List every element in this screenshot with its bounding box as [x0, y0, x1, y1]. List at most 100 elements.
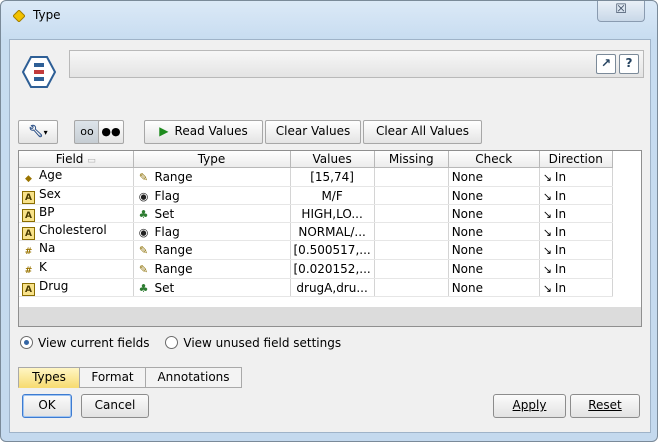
cancel-button[interactable]: Cancel [81, 394, 149, 418]
type-cell[interactable]: ◉ Flag [133, 222, 291, 241]
type-cell[interactable]: ◉ Flag [133, 186, 291, 205]
goto-node-button[interactable]: ↗ [596, 54, 616, 74]
type-cell[interactable]: ♣ Set [133, 204, 291, 223]
column-header-values[interactable]: Values [290, 151, 375, 168]
sort-icon: ▭ [87, 156, 96, 166]
flag-icon: ◉ [138, 225, 149, 239]
direction-in-icon: ↘ [542, 244, 552, 257]
values-cell[interactable]: HIGH,LO... [290, 204, 375, 223]
missing-cell[interactable] [374, 240, 449, 260]
field-name: Na [39, 241, 56, 255]
column-header-check[interactable]: Check [448, 151, 540, 168]
reset-button[interactable]: Reset [570, 394, 640, 418]
table-row[interactable]: A Sex ◉ Flag M/F None ↘ In [19, 186, 613, 205]
type-name: Range [154, 243, 193, 257]
direction-cell[interactable]: ↘ In [539, 259, 613, 279]
clear-values-button[interactable]: Clear Values [265, 120, 361, 144]
string-field-icon: A [22, 191, 35, 204]
ok-button[interactable]: OK [22, 394, 72, 418]
column-header-direction[interactable]: Direction [539, 151, 613, 168]
check-cell[interactable]: None [448, 204, 540, 223]
wrench-icon: 🔧︎ [28, 124, 44, 138]
direction-cell[interactable]: ↘ In [539, 278, 613, 297]
table-row[interactable]: A Drug ♣ Set drugA,dru... None ↘ In [19, 278, 613, 297]
table-header-row: Field ▭ Type Values Missing Check Direct… [19, 151, 613, 168]
read-values-button[interactable]: ▶ Read Values [144, 120, 263, 144]
table-row[interactable]: ◆ Age ✎ Range [15,74] None ↘ In [19, 167, 613, 187]
show-unused-toggle[interactable]: ●● [98, 120, 124, 144]
ruler-icon: ✎ [138, 244, 149, 257]
field-cell[interactable]: A Sex [19, 186, 134, 205]
direction-cell[interactable]: ↘ In [539, 167, 613, 187]
ruler-icon: ✎ [138, 263, 149, 276]
real-field-icon: # [24, 247, 33, 257]
field-name: Cholesterol [39, 223, 107, 237]
title-bar[interactable]: Type ☒ [1, 1, 657, 31]
ruler-icon: ✎ [138, 171, 149, 184]
type-name: Range [154, 262, 193, 276]
direction-value: In [554, 262, 567, 276]
column-header-field[interactable]: Field ▭ [19, 151, 134, 168]
direction-cell[interactable]: ↘ In [539, 186, 613, 205]
direction-in-icon: ↘ [542, 171, 552, 184]
table-empty-area [19, 307, 641, 326]
field-cell[interactable]: # K [19, 259, 134, 279]
column-header-missing[interactable]: Missing [374, 151, 449, 168]
table-row[interactable]: # K ✎ Range [0.020152,... None ↘ In [19, 259, 613, 279]
table-row[interactable]: # Na ✎ Range [0.500517,... None ↘ In [19, 240, 613, 260]
apply-button[interactable]: Apply [493, 394, 566, 418]
field-cell[interactable]: A BP [19, 204, 134, 223]
values-cell[interactable]: [0.020152,... [290, 259, 375, 279]
check-cell[interactable]: None [448, 240, 540, 260]
field-cell[interactable]: A Drug [19, 278, 134, 297]
field-cell[interactable]: ◆ Age [19, 167, 134, 187]
check-cell[interactable]: None [448, 259, 540, 279]
field-cell[interactable]: # Na [19, 240, 134, 260]
direction-in-icon: ↘ [542, 263, 552, 276]
window-title: Type [33, 8, 61, 22]
field-cell[interactable]: A Cholesterol [19, 222, 134, 241]
type-cell[interactable]: ✎ Range [133, 259, 291, 279]
type-cell[interactable]: ♣ Set [133, 278, 291, 297]
check-cell[interactable]: None [448, 278, 540, 297]
missing-cell[interactable] [374, 278, 449, 297]
tab-format[interactable]: Format [79, 367, 146, 388]
direction-value: In [554, 170, 567, 184]
type-name: Set [154, 206, 175, 221]
missing-cell[interactable] [374, 259, 449, 279]
view-unused-radio[interactable]: View unused field settings [165, 336, 341, 350]
check-cell[interactable]: None [448, 167, 540, 187]
string-field-icon: A [22, 227, 35, 240]
missing-cell[interactable] [374, 167, 449, 187]
values-cell[interactable]: [0.500517,... [290, 240, 375, 260]
tab-annotations[interactable]: Annotations [145, 367, 242, 388]
values-cell[interactable]: drugA,dru... [290, 278, 375, 297]
direction-cell[interactable]: ↘ In [539, 222, 613, 241]
values-cell[interactable]: NORMAL/... [290, 222, 375, 241]
close-button[interactable]: ☒ [597, 1, 645, 22]
help-button[interactable]: ? [619, 54, 639, 74]
missing-cell[interactable] [374, 186, 449, 205]
direction-cell[interactable]: ↘ In [539, 204, 613, 223]
check-cell[interactable]: None [448, 222, 540, 241]
real-field-icon: # [24, 266, 33, 276]
type-cell[interactable]: ✎ Range [133, 167, 291, 187]
values-cell[interactable]: M/F [290, 186, 375, 205]
type-cell[interactable]: ✎ Range [133, 240, 291, 260]
show-type-info-toggle[interactable]: oo [74, 120, 100, 144]
radio-unselected-icon [165, 336, 179, 349]
view-current-radio[interactable]: View current fields [20, 336, 150, 350]
tools-menu-button[interactable]: 🔧︎▾ [18, 120, 58, 144]
missing-cell[interactable] [374, 222, 449, 241]
check-cell[interactable]: None [448, 186, 540, 205]
missing-cell[interactable] [374, 204, 449, 223]
table-row[interactable]: A Cholesterol ◉ Flag NORMAL/... None ↘ In [19, 222, 613, 241]
column-header-type[interactable]: Type [133, 151, 291, 168]
table-row[interactable]: A BP ♣ Set HIGH,LO... None ↘ In [19, 204, 613, 223]
clear-all-values-button[interactable]: Clear All Values [363, 120, 482, 144]
values-cell[interactable]: [15,74] [290, 167, 375, 187]
tab-types[interactable]: Types [18, 367, 80, 388]
direction-value: In [554, 206, 567, 221]
direction-cell[interactable]: ↘ In [539, 240, 613, 260]
field-header-label: Field [55, 152, 84, 166]
